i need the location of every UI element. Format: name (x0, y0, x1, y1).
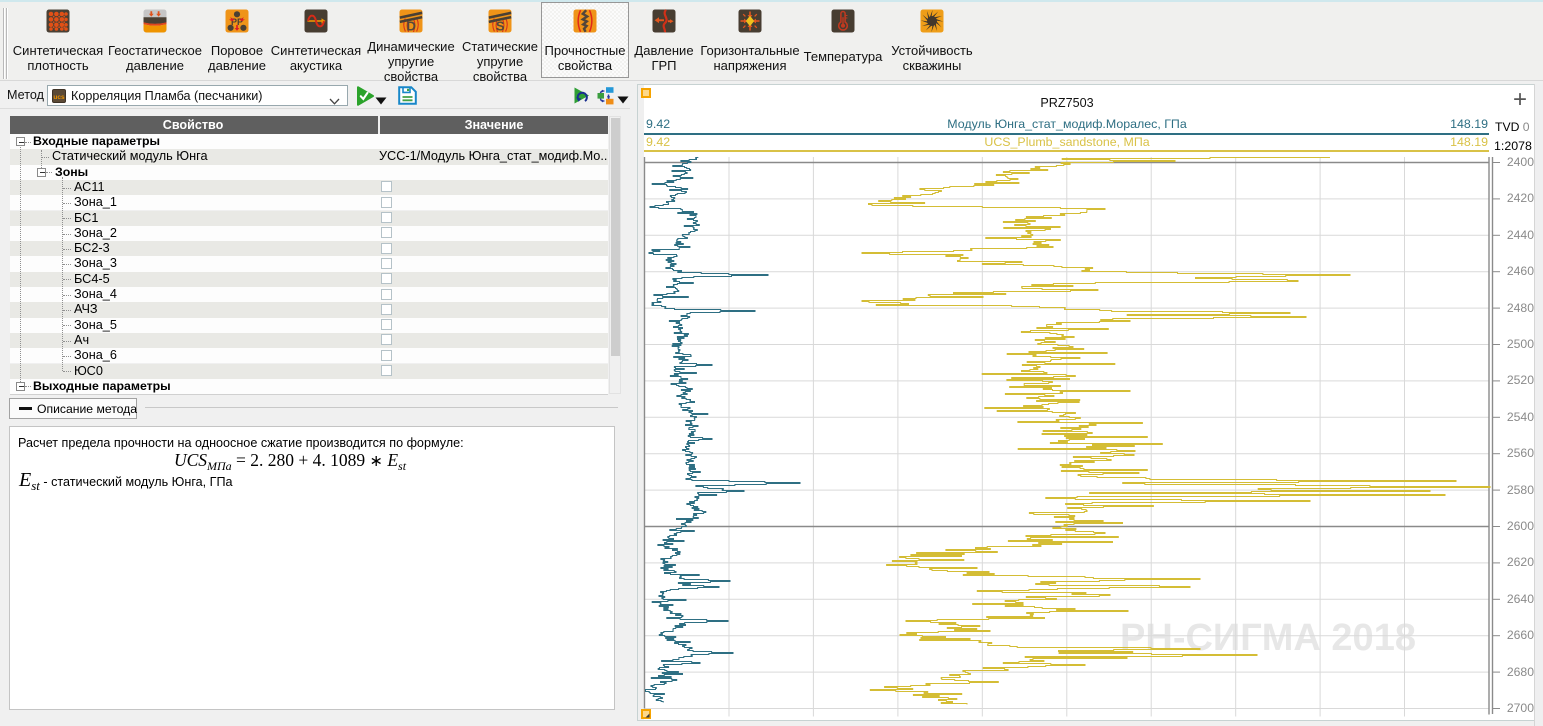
svg-text:РН-СИГМА 2018: РН-СИГМА 2018 (1120, 617, 1416, 659)
